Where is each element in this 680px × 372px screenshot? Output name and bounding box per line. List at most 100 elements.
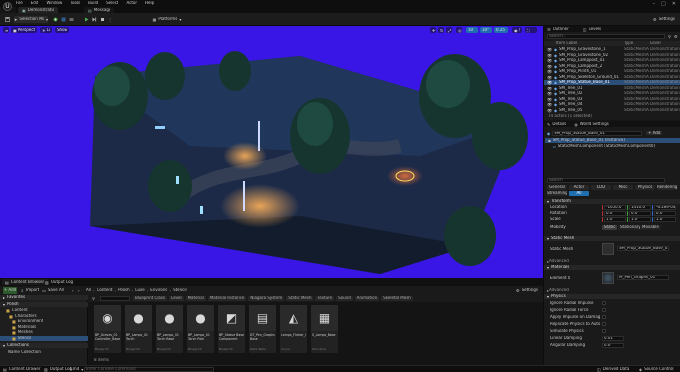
physics-checkbox[interactable] [602,315,606,319]
asset-tile[interactable]: ● BP_Lamps_01 Torch Pole Blueprint [187,305,214,353]
scale-icon[interactable]: ⤢ [446,27,452,33]
outliner-row[interactable]: 👁◆SM_Prop_Lamppost_2 StaticMeshActorDemon… [544,64,680,69]
transform-value-field[interactable]: 0.0° [654,211,676,216]
eye-icon[interactable]: 👁 [547,58,552,63]
skip-icon[interactable] [91,16,97,23]
breadcrumb-item[interactable]: All [86,288,91,293]
filter-tab-streaming[interactable]: Streaming [547,191,567,196]
outliner-row[interactable]: 👁◆SM_Tree_04 StaticMeshActorDemonstration… [544,102,680,107]
transform-value-field[interactable]: -6.26e-04 [654,205,676,210]
materials-section-header[interactable]: ▾ Materials [544,265,680,270]
breadcrumb-item[interactable]: Polish [118,288,130,293]
source-control-button[interactable]: ◈ Source Control [639,367,674,372]
eye-icon[interactable]: 👁 [547,102,552,107]
folder-tree-item[interactable]: ■ Environment [0,319,88,324]
scale-snap-button[interactable]: 0.25 [494,27,508,33]
tab-world-settings[interactable]: World Settings [580,122,609,127]
more-options-icon[interactable]: ⋮ [107,16,113,23]
breadcrumb-item[interactable]: Content [97,288,113,293]
outliner-row[interactable]: 👁◆SM_Tree_05 StaticMeshActorDemonstration… [544,108,680,113]
asset-tile[interactable]: ◩ BP_Statue Base Component Blueprint [218,305,245,353]
outliner-row[interactable]: 👁◆SM_Tree_03 StaticMeshActorDemonstration… [544,97,680,102]
collections-header[interactable]: ▾ Collections [0,343,88,348]
menu-actor[interactable]: Actor [126,1,137,6]
physics-value-field[interactable]: 0.01 [602,336,624,341]
menu-window[interactable]: Window [46,1,62,6]
filter-tab-misc[interactable]: Misc [613,185,633,190]
eye-icon[interactable]: 👁 [547,80,552,85]
settings-button[interactable]: ⚙ Settings [652,16,676,23]
materials-advanced-toggle[interactable]: ▸ Advanced [547,288,607,293]
filter-chip[interactable]: Blueprint Class [133,296,168,301]
save-icon[interactable] [4,16,10,23]
folder-tree-item[interactable]: ■ Materials [0,325,88,330]
filter-chip[interactable]: Skeletal Mesh [381,296,413,301]
component-row-root[interactable]: ▪ SM_Prop_Statue_Base_01 (Instance) [545,138,680,143]
filter-chip[interactable]: Animation [354,296,380,301]
filter-tab-physics[interactable]: Physics [635,185,655,190]
physics-checkbox[interactable] [602,322,606,326]
asset-tile[interactable]: ▦ S_Lamps_Base Structure [311,305,338,353]
eye-icon[interactable]: 👁 [547,91,552,96]
outliner-row[interactable]: 👁◆SM_Prop_Statue_Base_01 StaticMeshActorD… [544,80,680,85]
outliner-row[interactable]: 👁◆SM_Tree_02 StaticMeshActorDemonstration… [544,91,680,96]
perspective-button[interactable]: ▣ Perspective [11,27,37,33]
breadcrumb-item[interactable]: Environs [150,288,167,293]
eye-icon[interactable]: 👁 [547,69,552,74]
transform-value-field[interactable]: -1050.0 [604,205,626,210]
filter-icon[interactable]: ⚲ [668,34,673,39]
breadcrumb-item[interactable]: Stencil [173,288,187,293]
save-all-button[interactable]: ▭ Save All [42,287,64,294]
eye-icon[interactable]: 👁 [547,108,552,113]
outliner-row[interactable]: 👁◆SM_Prop_Gravestone_02 StaticMeshActorDe… [544,53,680,58]
rotate-icon[interactable]: ↻ [438,27,444,33]
transform-value-field[interactable]: 1.0 [654,217,676,222]
cinematics-icon[interactable] [68,16,74,23]
project-root-header[interactable]: ▾ Polish [0,302,88,307]
tab-content-browser[interactable]: ▤ Content Browser [2,279,48,285]
asset-tile[interactable]: ● BP_Lamps_01 Torch Blueprint [125,305,152,353]
eye-icon[interactable]: 👁 [547,47,552,52]
import-button[interactable]: ⇩ Import [20,287,40,294]
folder-tree-item[interactable]: ■ Meshes [0,330,88,335]
filter-chip[interactable]: Material [185,296,206,301]
viewport-menu-icon[interactable]: ≡ [3,27,9,33]
actor-name-field[interactable]: SM_Prop_Statue_Base_01 [552,130,643,136]
cb-settings-button[interactable]: ⚙ Settings [515,287,539,294]
physics-checkbox[interactable] [602,329,606,333]
unreal-logo-icon[interactable]: U [3,2,12,11]
details-search-input[interactable]: Search [547,178,665,183]
level-viewport[interactable]: ≡ ▣ Perspective ☀ Lit Show ✛ ↻ ⤢ ◎ 10 10… [0,26,543,278]
static-mesh-section-header[interactable]: ▾ Static Mesh [544,236,680,241]
physics-section-header[interactable]: ▾ Physics [544,294,680,299]
selection-mode-dropdown[interactable]: ➤ Selection Mode ▾ [14,16,48,23]
outliner-row[interactable]: 👁◆SM_Prop_Gravestone_1 StaticMeshActorDem… [544,47,680,52]
menu-edit[interactable]: Edit [31,1,39,6]
filter-chip[interactable]: Static Mesh [286,296,314,301]
forward-icon[interactable]: › [78,288,80,293]
filter-icon[interactable]: ⚲ [92,296,95,301]
derived-data-button[interactable]: ◫ Derived Data [597,367,629,372]
mobility-stationary-button[interactable]: Stationary [618,225,643,230]
mesh-thumbnail[interactable] [602,243,614,255]
stop-icon[interactable] [99,16,105,23]
lit-button[interactable]: ☀ Lit [40,27,52,33]
mobility-static-button[interactable]: Static [602,225,618,230]
platforms-button[interactable]: ▦ Platforms ▾ [152,16,182,23]
eye-icon[interactable]: 👁 [547,53,552,58]
filter-tab-general[interactable]: General [547,185,567,190]
gear-icon[interactable]: ⚙ [674,34,679,39]
eye-icon[interactable]: 👁 [547,64,552,69]
back-icon[interactable]: ‹ [72,288,74,293]
tab-details[interactable]: Details [552,122,566,127]
filter-tab-actor[interactable]: Actor [569,185,589,190]
menu-select[interactable]: Select [106,1,118,6]
content-drawer-button[interactable]: ▤ Content Drawer [3,367,41,372]
transform-value-field[interactable]: 0.0° [604,211,626,216]
physics-checkbox[interactable] [602,308,606,312]
material-field[interactable]: M_Pen_Graphs_01 [617,275,669,280]
eye-icon[interactable]: 👁 [547,97,552,102]
mobility-movable-button[interactable]: Movable [640,225,661,230]
outliner-row[interactable]: 👁◆SM_Tree_01 StaticMeshActorDemonstration… [544,86,680,91]
filter-chip[interactable]: Material Instance [207,296,247,301]
